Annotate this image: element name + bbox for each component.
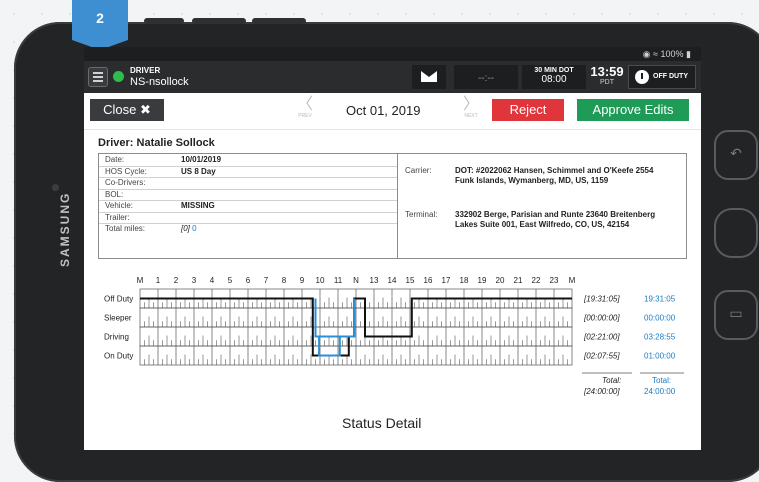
row-total: 19:31:05 xyxy=(644,295,676,304)
approve-edits-button[interactable]: Approve Edits xyxy=(577,99,689,121)
battery-percent: 100% xyxy=(660,49,684,59)
location-icon: ◉ xyxy=(642,49,651,59)
home-key[interactable] xyxy=(714,208,758,258)
clock: 13:59 PDT xyxy=(590,64,624,86)
hour-label: N xyxy=(353,276,359,285)
hour-label: 3 xyxy=(192,276,197,285)
recents-key[interactable]: ▭ xyxy=(714,290,758,340)
hour-label: 17 xyxy=(442,276,451,285)
hour-label: 23 xyxy=(550,276,559,285)
hour-label: 1 xyxy=(156,276,161,285)
duty-status-button[interactable]: OFF DUTY xyxy=(628,65,696,89)
duty-status-label: OFF DUTY xyxy=(653,73,688,80)
hour-label: 5 xyxy=(228,276,233,285)
row-total: 00:00:00 xyxy=(644,314,676,323)
hour-label: 14 xyxy=(388,276,397,285)
hour-label: 15 xyxy=(406,276,415,285)
log-info-left: Date: 10/01/2019 HOS Cycle: US 8 Day Co-Dr… xyxy=(99,154,398,258)
camera xyxy=(52,184,59,191)
app-screen: ◉ ≈ 100% ▮ DRIVER NS-nsollock --:-- 30 M… xyxy=(84,47,701,450)
hour-label: 16 xyxy=(424,276,433,285)
total-label: Total: xyxy=(602,376,621,385)
back-key[interactable]: ↶ xyxy=(714,130,758,180)
row-label: Driving xyxy=(104,333,129,342)
row-total-bracketed: [02:07:55] xyxy=(583,352,620,361)
reject-button[interactable]: Reject xyxy=(492,99,564,121)
terminal-value: 332902 Berge, Parisian and Runte 23640 B… xyxy=(455,210,656,229)
connection-status-icon xyxy=(113,71,124,82)
hour-label: 21 xyxy=(514,276,523,285)
log-info-table: Date: 10/01/2019 HOS Cycle: US 8 Day Co-Dr… xyxy=(98,153,687,259)
hour-label: 19 xyxy=(478,276,487,285)
chevron-right-icon: 〉 xyxy=(462,96,479,113)
dot-timer[interactable]: 30 MIN DOT 08:00 xyxy=(522,65,586,89)
hos-log-grid: M 1 2 3 4 5 6 7 8 9 10 11 N 13 14 15 16 17 18 19 20 21 22 23 MOf… xyxy=(104,276,684,396)
chevron-left-icon: 〈 xyxy=(296,96,313,113)
next-day-button[interactable]: 〉 NEXT xyxy=(456,96,486,120)
row-label: Sleeper xyxy=(104,314,132,323)
driver-id: NS-nsollock xyxy=(130,76,189,88)
hour-label: 4 xyxy=(210,276,215,285)
hour-label: 18 xyxy=(460,276,469,285)
terminal-label: Terminal: xyxy=(405,210,438,219)
step-number: 2 xyxy=(96,10,104,26)
close-label: Close xyxy=(103,102,137,117)
hour-label: 9 xyxy=(300,276,305,285)
driver-heading: Driver: Natalie Sollock xyxy=(98,137,215,149)
time-field[interactable]: --:-- xyxy=(454,65,518,89)
volume-button xyxy=(144,18,184,24)
close-icon: ✖ xyxy=(139,102,151,117)
row-total-bracketed: [02:21:00] xyxy=(583,333,620,342)
clock-time: 13:59 xyxy=(590,64,624,79)
hour-label: 11 xyxy=(334,276,343,285)
hour-label: 10 xyxy=(316,276,325,285)
clock-zone: PDT xyxy=(600,79,614,86)
row-total-bracketed: [19:31:05] xyxy=(583,295,620,304)
info-row-total-miles: Total miles: [0] 0 xyxy=(105,224,197,233)
row-total-bracketed: [00:00:00] xyxy=(583,314,620,323)
dot-timer-value: 08:00 xyxy=(541,74,567,85)
dot-timer-label: 30 MIN DOT xyxy=(534,67,574,74)
log-toolbar: Close ✖ 〈 PREV Oct 01, 2019 〉 NEXT Rejec… xyxy=(84,93,701,130)
wifi-icon: ≈ xyxy=(653,49,658,59)
row-total: 03:28:55 xyxy=(644,333,676,342)
volume-button xyxy=(192,18,246,24)
power-icon xyxy=(635,70,649,84)
menu-button[interactable] xyxy=(88,67,108,87)
row-label: Off Duty xyxy=(104,295,133,304)
status-detail-title: Status Detail xyxy=(342,415,422,431)
prev-day-button[interactable]: 〈 PREV xyxy=(290,96,320,120)
messages-button[interactable] xyxy=(412,65,446,89)
power-button xyxy=(252,18,306,24)
hour-label: M xyxy=(569,276,576,285)
log-content: Driver: Natalie Sollock Date: 10/01/2019 … xyxy=(84,129,701,450)
row-total: 01:00:00 xyxy=(644,352,676,361)
row-label: On Duty xyxy=(104,352,133,361)
prev-label: PREV xyxy=(298,113,312,119)
app-header: DRIVER NS-nsollock --:-- 30 MIN DOT 08:0… xyxy=(84,61,701,93)
total-bracketed: [24:00:00] xyxy=(583,387,620,396)
total-label: Total: xyxy=(652,376,671,385)
status-bar: ◉ ≈ 100% ▮ xyxy=(84,47,701,61)
driver-role: DRIVER xyxy=(130,66,161,75)
next-label: NEXT xyxy=(464,113,478,119)
battery-icon: ▮ xyxy=(686,49,691,59)
close-button[interactable]: Close ✖ xyxy=(90,99,164,121)
hour-label: 2 xyxy=(174,276,179,285)
mail-icon xyxy=(421,71,437,82)
log-date: Oct 01, 2019 xyxy=(346,103,421,118)
hour-label: 8 xyxy=(282,276,287,285)
carrier-value: DOT: #2022062 Hansen, Schimmel and O'Kee… xyxy=(455,166,654,185)
hour-label: M xyxy=(137,276,144,285)
step-badge: 2 xyxy=(72,0,128,50)
brand-logo: SAMSUNG xyxy=(58,191,72,267)
total-value: 24:00:00 xyxy=(644,387,676,396)
hour-label: 6 xyxy=(246,276,251,285)
hour-label: 13 xyxy=(370,276,379,285)
carrier-label: Carrier: xyxy=(405,166,432,175)
hour-label: 22 xyxy=(532,276,541,285)
hour-label: 20 xyxy=(496,276,505,285)
hour-label: 7 xyxy=(264,276,269,285)
